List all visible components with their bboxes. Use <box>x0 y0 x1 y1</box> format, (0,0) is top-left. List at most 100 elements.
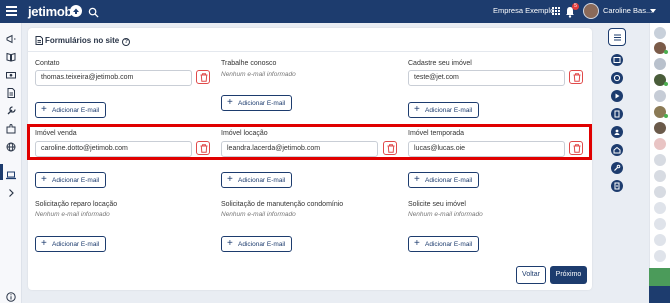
online-indicator <box>664 50 668 54</box>
step-team[interactable] <box>611 126 623 138</box>
search-icon[interactable] <box>88 5 99 23</box>
window-icon <box>613 57 621 63</box>
page-icon <box>614 110 620 118</box>
people-icon <box>614 129 620 135</box>
avatar[interactable] <box>654 58 666 70</box>
add-email-button[interactable]: + Adicionar E-mail <box>408 172 479 188</box>
plus-icon: + <box>227 238 233 249</box>
step-navigation <box>606 23 628 303</box>
puzzle-icon[interactable] <box>6 121 16 134</box>
step-tools[interactable] <box>611 162 623 174</box>
avatar[interactable] <box>654 154 666 166</box>
reparo-label: Solicitação reparo locação <box>35 201 118 208</box>
online-indicator <box>664 82 668 86</box>
avatar[interactable] <box>654 170 666 182</box>
logo-mark-icon <box>70 5 82 17</box>
step-documents[interactable] <box>611 180 623 192</box>
avatar[interactable] <box>654 234 666 246</box>
add-email-button[interactable]: + Adicionar E-mail <box>221 236 292 252</box>
menu-icon[interactable] <box>6 6 17 16</box>
plus-icon: + <box>41 238 47 249</box>
app-logo[interactable]: jetimob <box>28 4 72 19</box>
plus-icon: + <box>414 238 420 249</box>
add-email-button[interactable]: + Adicionar E-mail <box>35 172 106 188</box>
contato-email-field[interactable]: thomas.teixeira@jetimob.com <box>35 70 192 86</box>
info-icon[interactable] <box>6 289 16 302</box>
add-email-button[interactable]: + Adicionar E-mail <box>35 236 106 252</box>
cadastre-email-field[interactable]: teste@jet.com <box>408 70 565 86</box>
step-colors[interactable] <box>611 72 623 84</box>
step-layout[interactable] <box>611 54 623 66</box>
step-pages[interactable] <box>611 108 623 120</box>
cadastre-label: Cadastre seu imóvel <box>408 60 472 67</box>
collapse-chat-button[interactable] <box>649 286 670 303</box>
plus-icon: + <box>227 97 233 108</box>
avatar[interactable] <box>654 138 666 150</box>
list-icon <box>614 34 621 41</box>
chat-button[interactable] <box>649 268 670 286</box>
home-icon <box>613 146 621 154</box>
avatar[interactable] <box>654 218 666 230</box>
notification-badge: 5 <box>572 3 579 10</box>
trash-icon <box>573 73 581 82</box>
highlight-box <box>27 124 592 160</box>
wrench-icon[interactable] <box>6 103 16 115</box>
avatar[interactable] <box>654 90 666 102</box>
solicite-empty-text: Nenhum e-mail informado <box>408 211 483 218</box>
left-sidebar <box>0 23 22 303</box>
plus-icon: + <box>414 104 420 115</box>
trash-icon <box>200 73 208 82</box>
laptop-icon[interactable] <box>6 167 16 180</box>
manutencao-label: Solicitação de manutenção condomínio <box>221 201 344 208</box>
help-icon[interactable]: ? <box>122 38 131 46</box>
avatar[interactable] <box>654 250 666 262</box>
document-icon[interactable] <box>6 85 16 98</box>
add-email-button[interactable]: + Adicionar E-mail <box>221 172 292 188</box>
avatar[interactable] <box>583 3 599 19</box>
trabalhe-label: Trabalhe conosco <box>221 60 277 67</box>
delete-button[interactable] <box>196 70 210 84</box>
solicite-label: Solicite seu imóvel <box>408 201 466 208</box>
add-email-button[interactable]: + Adicionar E-mail <box>408 236 479 252</box>
add-email-button[interactable]: + Adicionar E-mail <box>221 95 292 111</box>
company-name[interactable]: Empresa Exemplo <box>493 6 554 15</box>
chevron-down-icon[interactable] <box>650 9 656 13</box>
form-icon <box>35 36 43 45</box>
back-button[interactable]: Voltar <box>516 266 546 284</box>
section-title: Formulários no site <box>45 36 120 45</box>
avatar[interactable] <box>654 202 666 214</box>
chat-contacts-strip <box>649 23 670 303</box>
reparo-empty-text: Nenhum e-mail informado <box>35 211 110 218</box>
trabalhe-empty-text: Nenhum e-mail informado <box>221 71 296 78</box>
avatar[interactable] <box>654 27 666 39</box>
manutencao-empty-text: Nenhum e-mail informado <box>221 211 296 218</box>
globe-icon[interactable] <box>6 139 16 152</box>
add-email-button[interactable]: + Adicionar E-mail <box>408 102 479 118</box>
contato-label: Contato <box>35 60 60 67</box>
wrench-icon <box>614 164 621 171</box>
next-button[interactable]: Próximo <box>550 266 587 284</box>
avatar[interactable] <box>654 186 666 198</box>
book-icon[interactable] <box>6 49 16 62</box>
money-icon[interactable] <box>6 67 16 79</box>
plus-icon: + <box>414 174 420 185</box>
palette-icon <box>613 74 621 82</box>
delete-button[interactable] <box>569 70 583 84</box>
online-indicator <box>664 114 668 118</box>
add-email-button[interactable]: + Adicionar E-mail <box>35 102 106 118</box>
avatar[interactable] <box>654 122 666 134</box>
plus-icon: + <box>41 104 47 115</box>
step-forms[interactable] <box>608 28 626 46</box>
section-header: Formulários no site? <box>35 36 131 46</box>
megaphone-icon[interactable] <box>6 31 16 44</box>
chevron-right-icon[interactable] <box>6 185 16 197</box>
step-media[interactable] <box>611 90 623 102</box>
plus-icon: + <box>227 174 233 185</box>
step-properties[interactable] <box>611 144 623 156</box>
apps-grid-icon[interactable] <box>552 7 560 15</box>
top-bar: jetimob Empresa Exemplo 5 Caroline Bas..… <box>0 0 670 23</box>
user-name[interactable]: Caroline Bas... <box>603 6 652 15</box>
active-indicator <box>0 164 3 180</box>
play-icon <box>615 93 620 99</box>
divider <box>28 51 592 52</box>
